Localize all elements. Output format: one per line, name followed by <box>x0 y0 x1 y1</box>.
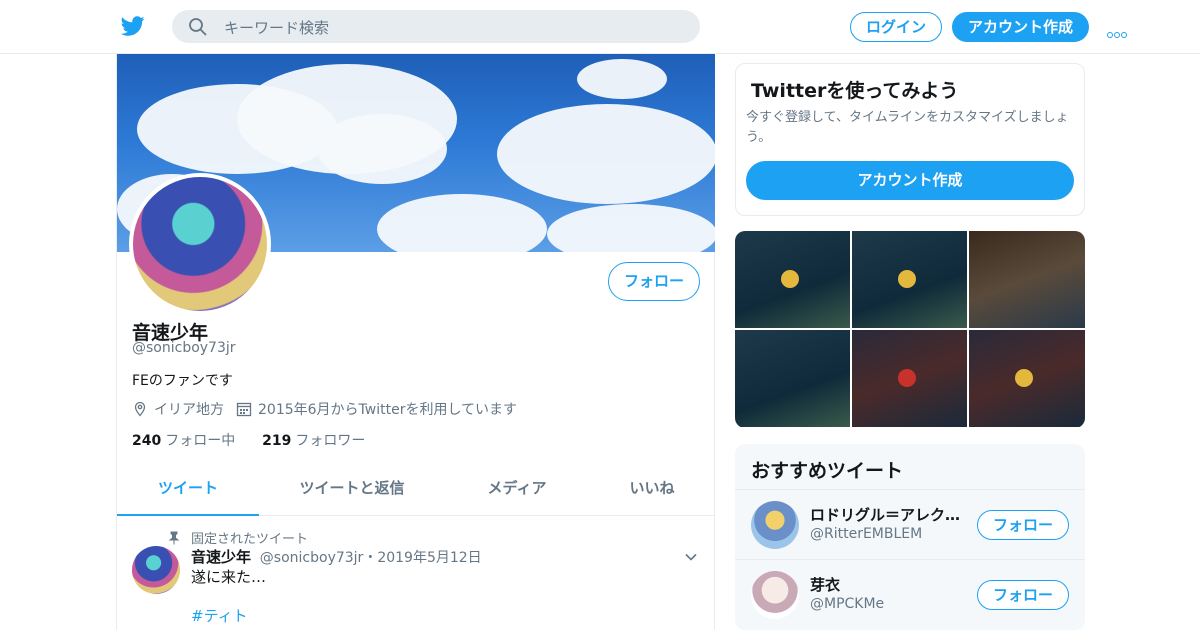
media-gallery <box>735 231 1085 428</box>
twitter-bird-icon[interactable] <box>120 14 146 38</box>
media-thumbnail[interactable] <box>852 231 967 328</box>
follow-button[interactable]: フォロー <box>977 580 1069 610</box>
avatar[interactable] <box>751 501 799 549</box>
recommended-user-name[interactable]: ロドリグル＝アレク… <box>810 504 970 525</box>
profile-joined-date: 2015年6月からTwitterを利用しています <box>258 402 518 418</box>
pinned-label: 固定されたツイート <box>191 532 309 547</box>
media-thumbnail[interactable] <box>735 330 850 427</box>
tweet-date[interactable]: 2019年5月12日 <box>377 550 481 566</box>
profile-column: フォロー 音速少年 @sonicboy73jr FEのファンです イリア地方 2… <box>116 54 715 630</box>
search-input[interactable]: キーワード検索 <box>224 17 329 38</box>
media-thumbnail[interactable] <box>852 330 967 427</box>
tab-media[interactable]: メディア <box>457 468 577 516</box>
recommended-tweets-panel: おすすめツイート ロドリグル＝アレク… @RitterEMBLEM フォロー 芽… <box>735 444 1085 630</box>
pinned-tweet[interactable]: 固定されたツイート 音速少年 @sonicboy73jr・2019年5月12日 … <box>117 516 715 636</box>
follow-button[interactable]: フォロー <box>608 262 700 301</box>
tab-likes[interactable]: いいね <box>607 468 697 516</box>
avatar[interactable] <box>751 571 799 619</box>
tweet-hashtag[interactable]: #ティト <box>191 606 248 626</box>
signup-card-description: 今すぐ登録して、タイムラインをカスタマイズしましょう。 <box>746 110 1069 145</box>
following-link[interactable]: 240 フォロー中 <box>132 433 235 449</box>
tab-tweets-and-replies[interactable]: ツイートと返信 <box>282 468 422 516</box>
profile-bio: FEのファンです <box>132 373 233 389</box>
search-icon <box>189 18 207 36</box>
profile-stats: 240 フォロー中 219 フォロワー <box>132 430 365 450</box>
media-thumbnail[interactable] <box>969 231 1085 328</box>
tweet-author-avatar[interactable] <box>132 546 180 594</box>
tweet-text: 遂に来た… <box>191 568 267 586</box>
pin-icon <box>168 531 180 544</box>
recommended-user-row[interactable]: ロドリグル＝アレク… @RitterEMBLEM フォロー <box>735 489 1085 558</box>
tweet-author-handle[interactable]: @sonicboy73jr <box>260 550 364 566</box>
recommended-title: おすすめツイート <box>751 460 904 482</box>
more-options-icon[interactable] <box>1107 23 1131 38</box>
media-thumbnail[interactable] <box>735 231 850 328</box>
media-thumbnail[interactable] <box>969 330 1085 427</box>
login-button[interactable]: ログイン <box>850 12 942 42</box>
signup-button[interactable]: アカウント作成 <box>952 12 1089 42</box>
recommended-user-handle[interactable]: @RitterEMBLEM <box>810 526 922 542</box>
recommended-user-handle[interactable]: @MPCKMe <box>810 596 884 612</box>
recommended-user-name[interactable]: 芽衣 <box>810 574 970 595</box>
tweet-author-name[interactable]: 音速少年 <box>191 548 251 566</box>
profile-tabs: ツイート ツイートと返信 メディア いいね <box>117 468 715 516</box>
signup-card-title: Twitterを使ってみよう <box>751 80 959 102</box>
signup-card: Twitterを使ってみよう 今すぐ登録して、タイムラインをカスタマイズしましょ… <box>735 63 1085 216</box>
location-pin-icon <box>134 401 146 417</box>
chevron-down-icon[interactable] <box>684 550 698 564</box>
profile-meta: イリア地方 2015年6月からTwitterを利用しています <box>132 399 517 419</box>
tab-tweets[interactable]: ツイート <box>117 468 259 516</box>
calendar-icon <box>236 402 252 417</box>
recommended-user-row[interactable]: 芽衣 @MPCKMe フォロー <box>735 559 1085 628</box>
signup-card-button[interactable]: アカウント作成 <box>746 161 1074 200</box>
pinned-indicator: 固定されたツイート <box>167 528 308 547</box>
tweet-header: 音速少年 @sonicboy73jr・2019年5月12日 <box>191 548 482 566</box>
profile-avatar[interactable] <box>129 173 271 315</box>
profile-location: イリア地方 <box>154 402 224 418</box>
top-navigation-bar: キーワード検索 ログイン アカウント作成 <box>0 0 1200 54</box>
followers-link[interactable]: 219 フォロワー <box>262 433 365 449</box>
follow-button[interactable]: フォロー <box>977 510 1069 540</box>
profile-handle: @sonicboy73jr <box>132 340 236 356</box>
search-bar[interactable]: キーワード検索 <box>172 10 700 43</box>
